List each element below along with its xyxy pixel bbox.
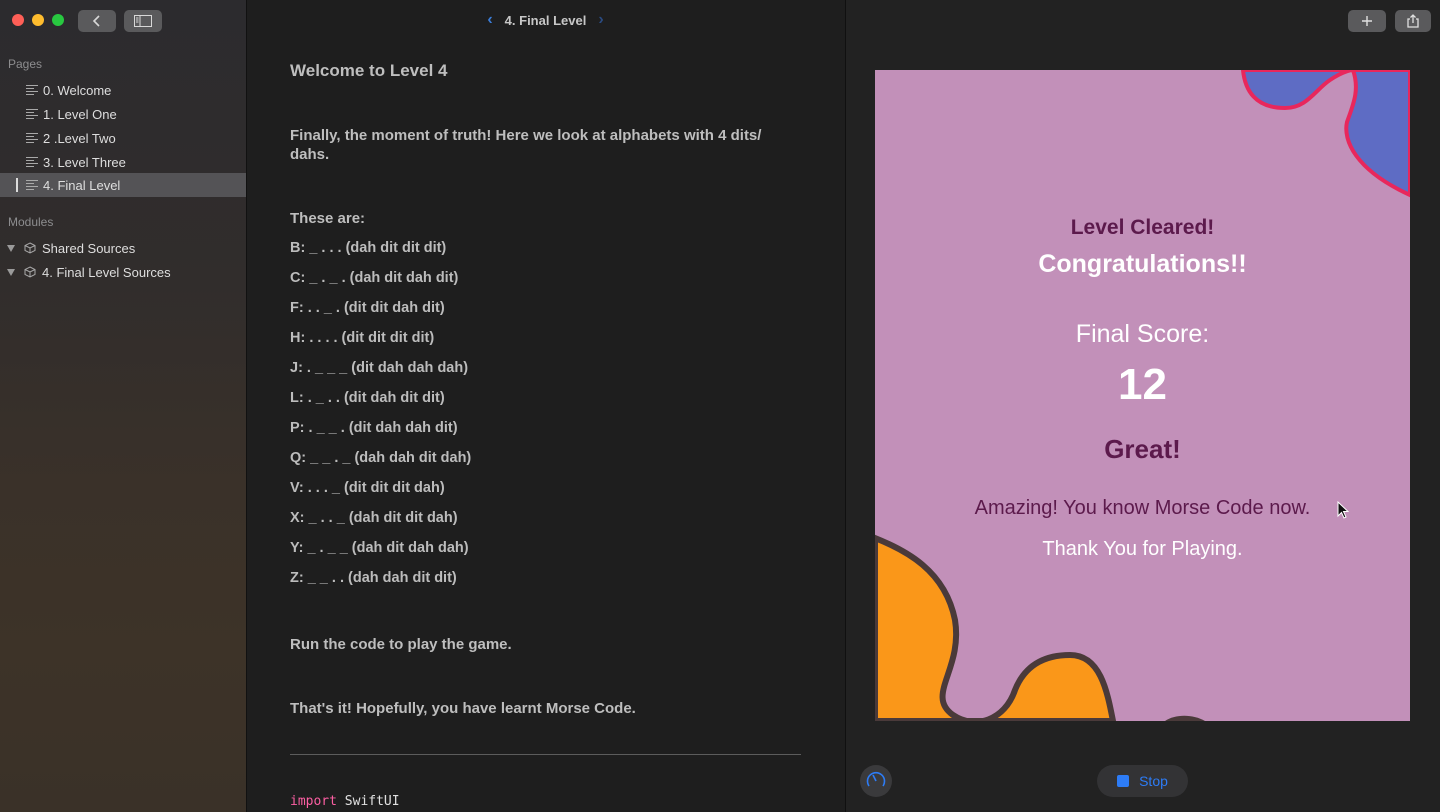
page-icon (26, 84, 38, 96)
module-label: 4. Final Level Sources (42, 264, 171, 280)
share-icon (1407, 14, 1419, 28)
doc-run-line: Run the code to play the game. (290, 636, 512, 653)
morse-code-line: P: . _ _ . (dit dah dah dit) (290, 420, 458, 436)
morse-code-line: L: . _ . . (dit dah dit dit) (290, 390, 445, 406)
page-icon (26, 179, 38, 191)
code-keyword: import (290, 794, 337, 809)
pages-header: Pages (8, 57, 43, 71)
morse-code-line: V: . . . _ (dit dit dit dah) (290, 480, 445, 496)
page-icon (26, 108, 38, 120)
title-bar: ‹ 4. Final Level › (247, 0, 844, 40)
sidebar-page-welcome[interactable]: 0. Welcome (0, 78, 246, 102)
selection-indicator (16, 178, 18, 192)
page-label: 0. Welcome (43, 82, 112, 98)
next-page-icon[interactable]: › (598, 11, 603, 29)
morse-code-line: C: _ . _ . (dah dit dah dit) (290, 270, 459, 286)
sidebar-module-final-level-sources[interactable]: 4. Final Level Sources (0, 260, 171, 284)
modules-header: Modules (8, 215, 54, 229)
sidebar-page-level-one[interactable]: 1. Level One (0, 102, 246, 126)
live-view-card[interactable]: Level Cleared! Congratulations!! Final S… (875, 70, 1410, 721)
page-label: 2 .Level Two (43, 130, 116, 146)
add-icon (1362, 16, 1372, 26)
sidebar: Pages 0. Welcome 1. Level One 2 .Level T… (0, 0, 247, 812)
doc-heading: Welcome to Level 4 (290, 61, 448, 80)
page-icon (26, 132, 38, 144)
code-line[interactable]: import SwiftUI (290, 794, 400, 809)
stop-label: Stop (1139, 773, 1168, 789)
doc-intro-line1: Finally, the moment of truth! Here we lo… (290, 127, 762, 144)
page-label: 4. Final Level (43, 177, 121, 193)
doc-divider (290, 754, 801, 755)
sidebar-page-level-two[interactable]: 2 .Level Two (0, 126, 246, 150)
page-label: 1. Level One (43, 106, 117, 122)
congratulations-label: Congratulations!! (1038, 250, 1247, 278)
final-score-label: Final Score: (1075, 320, 1210, 348)
sidebar-page-level-three[interactable]: 3. Level Three (0, 150, 246, 174)
window-title: 4. Final Level (504, 12, 587, 28)
back-button[interactable] (78, 10, 116, 32)
playground-editor[interactable] (247, 0, 844, 812)
close-window-button[interactable] (12, 14, 24, 26)
back-icon (92, 15, 100, 27)
sidebar-module-shared-sources[interactable]: Shared Sources (0, 236, 135, 260)
level-cleared-label: Level Cleared! (1070, 216, 1215, 239)
morse-code-line: X: _ . . _ (dah dit dit dah) (290, 510, 458, 526)
morse-code-line: H: . . . . (dit dit dit dit) (290, 330, 435, 346)
thanks-label: Thank You for Playing. (1042, 538, 1243, 560)
morse-code-line: Q: _ _ . _ (dah dah dit dah) (290, 450, 472, 466)
previous-page-icon[interactable]: ‹ (487, 11, 492, 29)
gauge-icon (866, 771, 886, 787)
sidebar-toggle-icon (134, 15, 152, 27)
message-label: Amazing! You know Morse Code now. (974, 497, 1311, 519)
disclosure-triangle-icon[interactable] (7, 244, 15, 252)
disclosure-triangle-icon[interactable] (7, 268, 15, 276)
module-cube-icon (24, 242, 36, 254)
gauge-button[interactable] (860, 765, 892, 797)
module-cube-icon (24, 266, 36, 278)
doc-these-are: These are: (290, 210, 366, 227)
cursor-icon (1337, 501, 1349, 519)
doc-intro-line2: dahs. (290, 146, 330, 163)
sidebar-toggle-button[interactable] (124, 10, 162, 32)
stop-icon (1117, 775, 1130, 787)
morse-code-line: Y: _ . _ _ (dah dit dah dah) (290, 540, 469, 556)
stop-button[interactable]: Stop (1097, 765, 1188, 797)
rating-label: Great! (1104, 434, 1181, 464)
morse-code-line: B: _ . . . (dah dit dit dit) (290, 240, 447, 256)
share-button[interactable] (1395, 10, 1431, 32)
sidebar-page-final-level[interactable]: 4. Final Level (0, 173, 246, 197)
minimize-window-button[interactable] (32, 14, 44, 26)
module-label: Shared Sources (42, 240, 136, 256)
code-module: SwiftUI (344, 794, 400, 809)
final-score-value: 12 (1118, 360, 1167, 409)
morse-code-line: F: . . _ . (dit dit dah dit) (290, 300, 445, 316)
page-label: 3. Level Three (43, 154, 126, 170)
morse-code-line: Z: _ _ . . (dah dah dit dit) (290, 570, 457, 586)
zoom-window-button[interactable] (52, 14, 64, 26)
morse-code-line: J: . _ _ _ (dit dah dah dah) (290, 360, 469, 376)
add-button[interactable] (1348, 10, 1386, 32)
doc-end-line: That's it! Hopefully, you have learnt Mo… (290, 700, 636, 717)
page-icon (26, 156, 38, 168)
